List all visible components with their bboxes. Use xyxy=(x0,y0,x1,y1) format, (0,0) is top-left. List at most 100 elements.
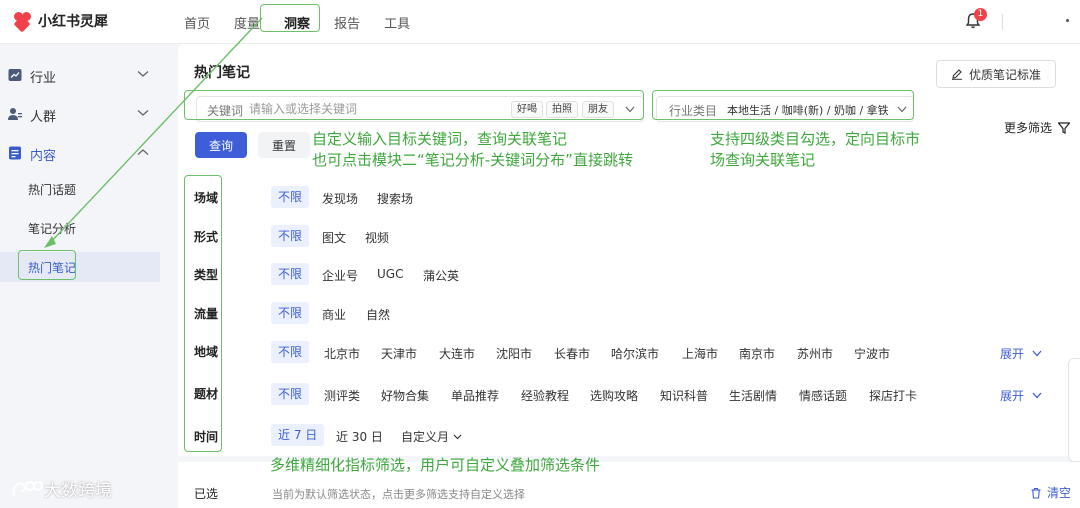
sidebar-group-label: 内容 xyxy=(30,149,57,164)
chevron-down-icon xyxy=(1032,392,1042,399)
filter-option[interactable]: 搜索场 xyxy=(377,190,413,207)
nav-item-home[interactable]: 首页 xyxy=(184,13,210,32)
time-option-custom-month[interactable]: 自定义月 xyxy=(401,428,462,445)
quality-standard-button[interactable]: 优质笔记标准 xyxy=(936,60,1056,88)
annotation-keyword-note: 也可点击模块二“笔记分析-关键词分布”直接跳转 xyxy=(312,151,633,169)
annotation-category-note: 支持四级类目勾选，定向目标市 xyxy=(710,130,921,148)
user-menu-dot[interactable] xyxy=(1066,19,1069,22)
query-button[interactable]: 查询 xyxy=(195,132,247,158)
filter-option[interactable]: 南京市 xyxy=(739,345,775,362)
chevron-down-icon xyxy=(137,110,149,116)
reset-button[interactable]: 重置 xyxy=(258,132,310,158)
sidebar-item-note-analysis[interactable]: 笔记分析 xyxy=(0,213,160,243)
custom-month-label: 自定义月 xyxy=(401,430,450,444)
trend-chart-icon xyxy=(8,69,22,81)
sidebar-group-label: 人群 xyxy=(30,110,57,125)
filter-option[interactable]: 知识科普 xyxy=(660,387,708,404)
filter-option[interactable]: 视频 xyxy=(365,229,389,246)
filter-option[interactable]: 自然 xyxy=(366,306,390,323)
annotation-box-category xyxy=(652,90,914,120)
chevron-up-icon xyxy=(137,149,149,155)
filter-option-unlimited[interactable]: 不限 xyxy=(271,383,310,405)
watermark-logo-icon xyxy=(12,480,43,496)
filter-option-unlimited[interactable]: 不限 xyxy=(271,302,310,324)
filter-option[interactable]: 单品推荐 xyxy=(451,387,499,404)
clear-label: 清空 xyxy=(1047,486,1072,500)
filter-option[interactable]: UGC xyxy=(377,267,403,281)
filter-option-unlimited[interactable]: 不限 xyxy=(271,341,310,363)
selected-hint: 当前为默认筛选状态，点击更多筛选支持自定义选择 xyxy=(272,488,525,501)
trash-icon xyxy=(1031,487,1041,499)
sidebar-group-label: 行业 xyxy=(30,71,57,86)
top-divider xyxy=(1002,14,1003,30)
filter-option[interactable]: 商业 xyxy=(322,306,346,323)
filter-option[interactable]: 企业号 xyxy=(322,267,358,284)
annotation-category-note: 场查询关联笔记 xyxy=(710,151,816,169)
chevron-down-icon xyxy=(1032,350,1042,357)
filter-icon xyxy=(1058,121,1071,134)
filter-option[interactable]: 哈尔滨市 xyxy=(611,345,659,362)
filter-option[interactable]: 图文 xyxy=(322,229,346,246)
annotation-box-insight-nav xyxy=(260,4,320,32)
sidebar-group-audience[interactable]: 人群 xyxy=(0,96,166,132)
filter-option[interactable]: 选购攻略 xyxy=(590,387,638,404)
sidebar-item-label: 笔记分析 xyxy=(28,222,77,236)
filter-option[interactable]: 北京市 xyxy=(324,345,360,362)
nav-item-report[interactable]: 报告 xyxy=(334,13,360,32)
more-filter-button[interactable]: 更多筛选 xyxy=(1004,119,1071,136)
more-filter-label: 更多筛选 xyxy=(1004,121,1053,135)
filter-option-unlimited[interactable]: 不限 xyxy=(271,225,310,247)
expand-label: 展开 xyxy=(1000,389,1025,403)
filter-option[interactable]: 天津市 xyxy=(381,345,417,362)
filter-option-unlimited[interactable]: 不限 xyxy=(271,263,310,285)
filter-option[interactable]: 测评类 xyxy=(324,387,360,404)
annotation-filter-note: 多维精细化指标筛选，用户可自定义叠加筛选条件 xyxy=(270,456,601,474)
nav-item-measure[interactable]: 度量 xyxy=(234,13,260,32)
sidebar-group-industry[interactable]: 行业 xyxy=(0,57,166,93)
sidebar-group-content[interactable]: 内容 xyxy=(0,135,166,171)
top-bar: 小红书灵犀 首页 度量 洞察 报告 工具 1 xyxy=(0,0,1080,44)
time-option-7d[interactable]: 近 7 日 xyxy=(271,424,325,446)
notification-badge: 1 xyxy=(974,8,987,21)
filter-option[interactable]: 沈阳市 xyxy=(496,345,532,362)
logo-mark-icon xyxy=(13,12,34,33)
filter-option[interactable]: 大连市 xyxy=(439,345,475,362)
filter-option[interactable]: 生活剧情 xyxy=(729,387,777,404)
filter-option[interactable]: 宁波市 xyxy=(854,345,890,362)
time-option-30d[interactable]: 近 30 日 xyxy=(336,428,383,445)
page-title: 热门笔记 xyxy=(194,65,250,81)
filter-option-unlimited[interactable]: 不限 xyxy=(271,186,310,208)
annotation-box-filter-labels xyxy=(184,175,222,452)
annotation-keyword-note: 自定义输入目标关键词，查询关联笔记 xyxy=(312,130,568,148)
app-logo[interactable]: 小红书灵犀 xyxy=(13,11,108,33)
side-float-panel[interactable] xyxy=(1068,358,1080,462)
clear-button[interactable]: 清空 xyxy=(1030,484,1071,501)
expand-label: 展开 xyxy=(1000,347,1025,361)
sidebar-item-hot-topics[interactable]: 热门话题 xyxy=(0,174,160,204)
quality-standard-label: 优质笔记标准 xyxy=(968,67,1041,82)
watermark: 大数跨境 xyxy=(10,476,112,501)
chevron-down-icon xyxy=(137,71,149,77)
edit-icon xyxy=(951,69,962,80)
filter-option[interactable]: 好物合集 xyxy=(381,387,429,404)
region-expand-button[interactable]: 展开 xyxy=(1000,345,1042,362)
selected-label: 已选 xyxy=(194,487,219,501)
filter-option[interactable]: 蒲公英 xyxy=(423,267,459,284)
document-icon xyxy=(9,146,21,160)
filter-option[interactable]: 长春市 xyxy=(554,345,590,362)
filter-option[interactable]: 探店打卡 xyxy=(869,387,917,404)
chevron-down-icon xyxy=(453,434,462,439)
watermark-text: 大数跨境 xyxy=(44,481,112,501)
filter-option[interactable]: 情感话题 xyxy=(799,387,847,404)
filter-option[interactable]: 上海市 xyxy=(682,345,718,362)
filter-option[interactable]: 发现场 xyxy=(322,190,358,207)
annotation-box-hot-notes xyxy=(18,250,76,280)
logo-text: 小红书灵犀 xyxy=(38,14,108,30)
annotation-box-keyword xyxy=(184,90,644,120)
sidebar-item-label: 热门话题 xyxy=(28,183,77,197)
nav-item-tools[interactable]: 工具 xyxy=(384,13,410,32)
users-icon xyxy=(8,108,22,120)
topic-expand-button[interactable]: 展开 xyxy=(1000,387,1042,404)
filter-option[interactable]: 苏州市 xyxy=(797,345,833,362)
filter-option[interactable]: 经验教程 xyxy=(521,387,569,404)
